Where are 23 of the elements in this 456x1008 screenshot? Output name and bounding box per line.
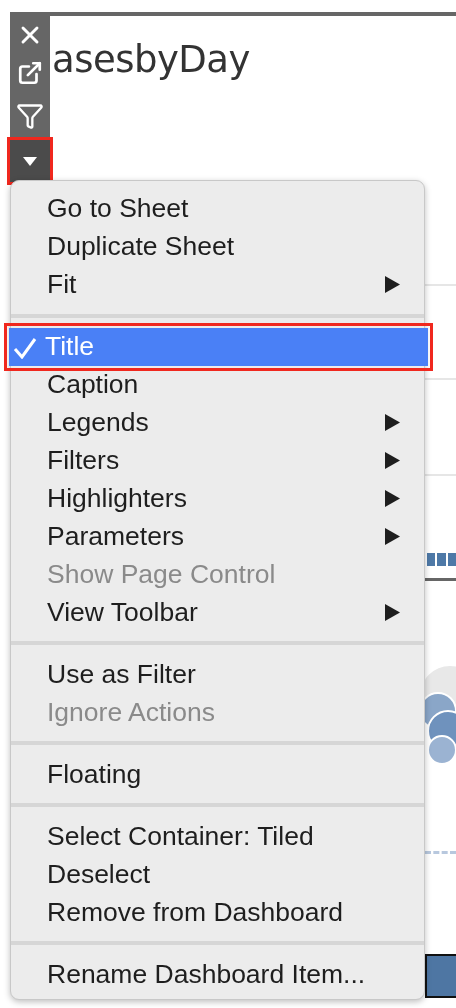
menu-item[interactable]: View Toolbar	[11, 593, 424, 632]
external-link-icon	[17, 60, 43, 86]
menu-item[interactable]: Use as Filter	[11, 655, 424, 694]
menu-item[interactable]: Caption	[11, 365, 424, 404]
bar	[437, 553, 446, 566]
menu-item[interactable]: Rename Dashboard Item...	[11, 955, 424, 994]
menu-item[interactable]: Deselect	[11, 855, 424, 894]
menu-item[interactable]: Highlighters	[11, 479, 424, 518]
menu-item[interactable]: Floating	[11, 755, 424, 794]
bar	[425, 954, 456, 998]
menu-item[interactable]: Go to Sheet	[11, 190, 424, 228]
menu-item[interactable]: Legends	[11, 403, 424, 442]
filter-icon	[16, 102, 44, 130]
menu-item[interactable]: Duplicate Sheet	[11, 227, 424, 266]
bar	[427, 553, 436, 566]
menu-item[interactable]: Filters	[11, 441, 424, 480]
caret-icon	[23, 156, 37, 166]
menu-item[interactable]: Select Container: Tiled	[11, 817, 424, 856]
menu-item[interactable]: Remove from Dashboard	[11, 893, 424, 932]
menu-item[interactable]: Parameters	[11, 517, 424, 556]
bar	[447, 553, 456, 566]
menu-item[interactable]: Fit	[11, 265, 424, 304]
sheet-title: asesbyDay	[51, 37, 251, 83]
